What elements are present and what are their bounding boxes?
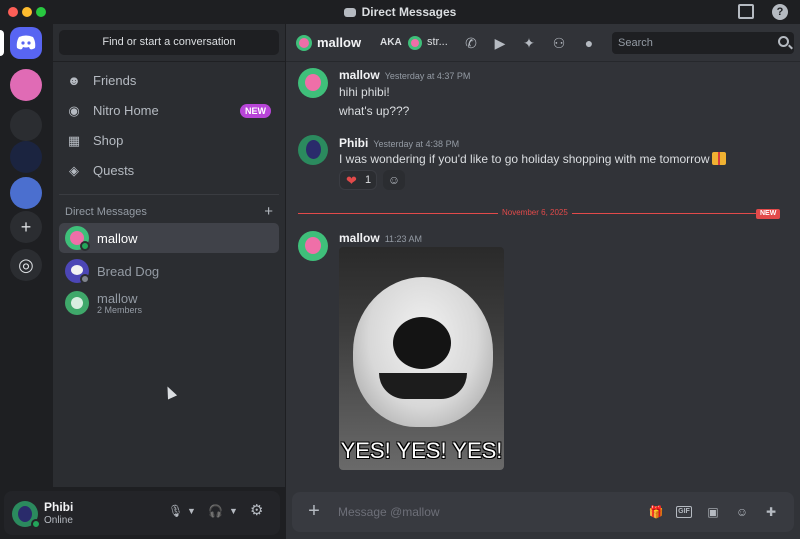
shop-icon: ▦: [67, 133, 81, 148]
chat-main: mallow AKA str... ✆ ▶ ✦ ⚇ ● mallowYester…: [286, 24, 800, 539]
reaction-count: 1: [365, 174, 372, 186]
dm-name: mallow: [97, 291, 138, 306]
message-text: I was wondering if you'd like to go holi…: [339, 152, 727, 166]
nav-label: Shop: [93, 133, 124, 148]
user-name: Phibi: [44, 500, 74, 514]
avatar: [296, 35, 312, 51]
pin-icon[interactable]: ✦: [520, 35, 538, 51]
search-input[interactable]: [618, 35, 768, 51]
message-timestamp: Yesterday at 4:37 PM: [384, 71, 471, 81]
voice-call-icon[interactable]: ✆: [462, 35, 480, 51]
message-timestamp: 11:23 AM: [384, 234, 423, 244]
nav-label: Nitro Home: [93, 103, 159, 118]
sticker-icon[interactable]: ▣: [705, 504, 721, 520]
message-text: hihi phibi!: [339, 85, 390, 99]
server-icon-4[interactable]: [10, 177, 42, 209]
dm-name: mallow: [97, 231, 138, 246]
find-conversation-button[interactable]: Find or start a conversation: [59, 30, 279, 55]
nav-nitro-home[interactable]: ◉ Nitro Home NEW: [59, 97, 279, 125]
nav-quests[interactable]: ◈ Quests: [59, 157, 279, 185]
dm-section-header: Direct Messages: [65, 206, 147, 218]
discord-logo-icon: [16, 35, 36, 50]
nav-label: Friends: [93, 73, 137, 88]
status-offline-icon: [80, 274, 90, 284]
dm-sidebar: Find or start a conversation ☻ Friends ◉…: [53, 24, 285, 487]
gift-icon[interactable]: 🎁: [648, 504, 664, 520]
search-icon: [778, 36, 789, 47]
user-status: Online: [44, 515, 73, 526]
dm-name: Bread Dog: [97, 264, 160, 279]
add-server-button[interactable]: +: [10, 211, 42, 243]
aka-avatar: [408, 36, 422, 50]
discover-button[interactable]: ◎: [10, 249, 42, 281]
title-bar: Direct Messages ?: [0, 0, 800, 24]
message-author[interactable]: mallow 11:23 AM: [339, 231, 422, 245]
aka-name[interactable]: str...: [427, 36, 448, 48]
inbox-icon[interactable]: [738, 4, 754, 19]
group-avatar: [65, 291, 89, 315]
gif-attachment[interactable]: YES! YES! YES!: [339, 247, 504, 470]
nitro-icon: ◉: [68, 103, 80, 118]
home-button[interactable]: [10, 27, 42, 59]
avatar[interactable]: [298, 231, 328, 261]
emoji-icon[interactable]: ☺: [734, 504, 750, 520]
upload-plus-icon[interactable]: +: [304, 501, 324, 521]
user-profile-icon[interactable]: ●: [580, 35, 598, 51]
message-author[interactable]: mallow Yesterday at 4:37 PM: [339, 68, 470, 82]
nav-friends[interactable]: ☻ Friends: [59, 67, 279, 95]
avatar[interactable]: [298, 135, 328, 165]
dm-item-mallow[interactable]: mallow: [59, 223, 279, 253]
nav-label: Quests: [93, 163, 135, 178]
message-input[interactable]: [338, 504, 638, 520]
add-reaction-button[interactable]: ☺: [383, 170, 405, 190]
status-online-icon: [80, 241, 90, 251]
chevron-down-icon[interactable]: ▼: [187, 506, 196, 516]
new-badge: NEW: [756, 209, 781, 219]
avatar[interactable]: [298, 68, 328, 98]
aka-label: AKA: [380, 37, 402, 48]
dm-item-group-mallow[interactable]: mallow 2 Members: [59, 288, 279, 318]
message-timestamp: Yesterday at 4:38 PM: [373, 139, 460, 149]
headphones-icon[interactable]: 🎧: [208, 504, 223, 518]
gift-emoji-icon: [712, 152, 727, 165]
search-box[interactable]: [612, 32, 794, 54]
chevron-down-icon[interactable]: ▼: [229, 506, 238, 516]
discord-logo-icon: [343, 8, 356, 17]
add-friends-icon[interactable]: ⚇: [550, 35, 568, 51]
selected-pill: [0, 30, 4, 56]
user-panel: Phibi Online 🎙 ▼ 🎧 ▼ ⚙: [4, 491, 280, 535]
server-rail: + ◎: [0, 24, 52, 539]
server-icon-2[interactable]: [10, 109, 42, 141]
gif-caption: YES! YES! YES!: [340, 438, 503, 463]
chat-header: mallow AKA str... ✆ ▶ ✦ ⚇ ●: [286, 24, 800, 62]
chat-title[interactable]: mallow: [317, 35, 361, 50]
message-author[interactable]: Phibi Yesterday at 4:38 PM: [339, 136, 459, 150]
message-text: what's up???: [339, 104, 410, 118]
dm-member-count: 2 Members: [97, 305, 143, 315]
help-icon[interactable]: ?: [772, 4, 788, 20]
date-divider-label: November 6, 2025: [498, 208, 572, 217]
window-title: Direct Messages: [0, 5, 800, 19]
reaction-heart[interactable]: ❤ 1: [339, 170, 377, 190]
video-call-icon[interactable]: ▶: [491, 35, 509, 51]
dm-item-bread-dog[interactable]: Bread Dog: [59, 256, 279, 286]
apps-icon[interactable]: ✚: [763, 504, 779, 520]
heart-icon: ❤: [346, 173, 357, 188]
divider: [53, 61, 285, 62]
message-composer: + 🎁 GIF ▣ ☺ ✚: [292, 492, 794, 532]
gear-icon[interactable]: ⚙: [250, 501, 263, 519]
nav-shop[interactable]: ▦ Shop: [59, 127, 279, 155]
quests-icon: ◈: [69, 163, 79, 178]
create-dm-button[interactable]: +: [264, 203, 273, 220]
microphone-icon[interactable]: 🎙: [168, 504, 183, 518]
status-online-icon: [31, 519, 41, 529]
friends-icon: ☻: [67, 73, 81, 88]
new-badge: NEW: [240, 104, 271, 118]
divider: [59, 194, 279, 195]
gif-button[interactable]: GIF: [676, 506, 692, 518]
server-icon-3[interactable]: [10, 141, 42, 173]
server-icon-1[interactable]: [10, 69, 42, 101]
